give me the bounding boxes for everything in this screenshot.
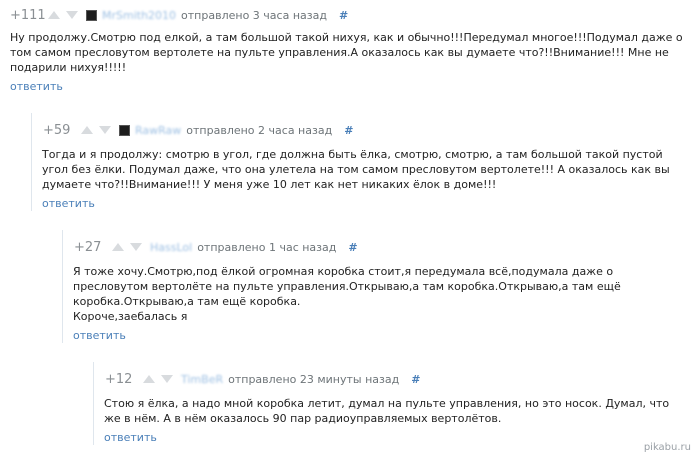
vote-controls bbox=[112, 243, 142, 251]
author-link[interactable]: RawRaw bbox=[135, 124, 181, 137]
vote-down-icon[interactable] bbox=[130, 243, 142, 251]
comment-timestamp: отправлено 23 минуты назад bbox=[228, 372, 400, 386]
comment-4: +12 TimBeR отправлено 23 минуты назад # … bbox=[93, 362, 697, 445]
comment-text-line: Я тоже хочу.Смотрю,под ёлкой огромная ко… bbox=[73, 265, 621, 308]
avatar[interactable] bbox=[86, 9, 97, 21]
comment-header: +111 MrSmith2010 отправлено 3 часа назад… bbox=[0, 0, 697, 30]
comment-text: Стою я ёлка, а надо мной коробка летит, … bbox=[104, 397, 670, 425]
comment-timestamp: отправлено 1 час назад bbox=[197, 240, 337, 254]
vote-controls bbox=[81, 126, 111, 134]
author-link[interactable]: MrSmith2010 bbox=[102, 9, 176, 22]
comment-header: +12 TimBeR отправлено 23 минуты назад # bbox=[94, 362, 697, 396]
comment-timestamp: отправлено 2 часа назад bbox=[186, 123, 333, 137]
comment-rating: +12 bbox=[105, 371, 133, 387]
reply-link[interactable]: ответить bbox=[73, 329, 126, 342]
comment-header: +27 HassLol отправлено 1 час назад # bbox=[63, 230, 697, 264]
comment-rating: +59 bbox=[43, 122, 71, 138]
comment-text-line: Короче,заебалась я bbox=[73, 310, 188, 323]
comment-text: Тогда и я продолжу: смотрю в угол, где д… bbox=[42, 148, 670, 191]
comment-rating: +111 bbox=[10, 7, 46, 23]
comment-rating: +27 bbox=[74, 239, 102, 255]
comment-2: +59 RawRaw отправлено 2 часа назад # Тог… bbox=[31, 113, 697, 211]
comment-header: +59 RawRaw отправлено 2 часа назад # bbox=[32, 113, 697, 147]
vote-up-icon[interactable] bbox=[81, 126, 93, 134]
comment-timestamp: отправлено 3 часа назад bbox=[181, 8, 327, 22]
author-link[interactable]: HassLol bbox=[150, 241, 192, 254]
reply-link[interactable]: ответить bbox=[42, 197, 95, 210]
vote-up-icon[interactable] bbox=[112, 243, 124, 251]
vote-down-icon[interactable] bbox=[161, 375, 173, 383]
vote-up-icon[interactable] bbox=[48, 11, 60, 19]
permalink[interactable]: # bbox=[348, 241, 357, 254]
permalink[interactable]: # bbox=[344, 124, 353, 137]
vote-up-icon[interactable] bbox=[143, 375, 155, 383]
vote-controls bbox=[48, 11, 78, 19]
reply-link[interactable]: ответить bbox=[10, 80, 63, 93]
avatar[interactable] bbox=[119, 124, 130, 136]
site-watermark: pikabu.ru bbox=[643, 442, 691, 453]
comment-3: +27 HassLol отправлено 1 час назад # Я т… bbox=[62, 230, 697, 343]
permalink[interactable]: # bbox=[411, 373, 420, 386]
permalink[interactable]: # bbox=[339, 9, 348, 22]
vote-controls bbox=[143, 375, 173, 383]
comment-text: Я тоже хочу.Смотрю,под ёлкой огромная ко… bbox=[63, 264, 697, 324]
comment-text: Ну продолжу.Смотрю под елкой, а там боль… bbox=[10, 31, 683, 74]
author-link[interactable]: TimBeR bbox=[181, 373, 223, 386]
reply-link[interactable]: ответить bbox=[104, 431, 157, 444]
vote-down-icon[interactable] bbox=[99, 126, 111, 134]
vote-down-icon[interactable] bbox=[66, 11, 78, 19]
comment-1: +111 MrSmith2010 отправлено 3 часа назад… bbox=[0, 0, 697, 94]
